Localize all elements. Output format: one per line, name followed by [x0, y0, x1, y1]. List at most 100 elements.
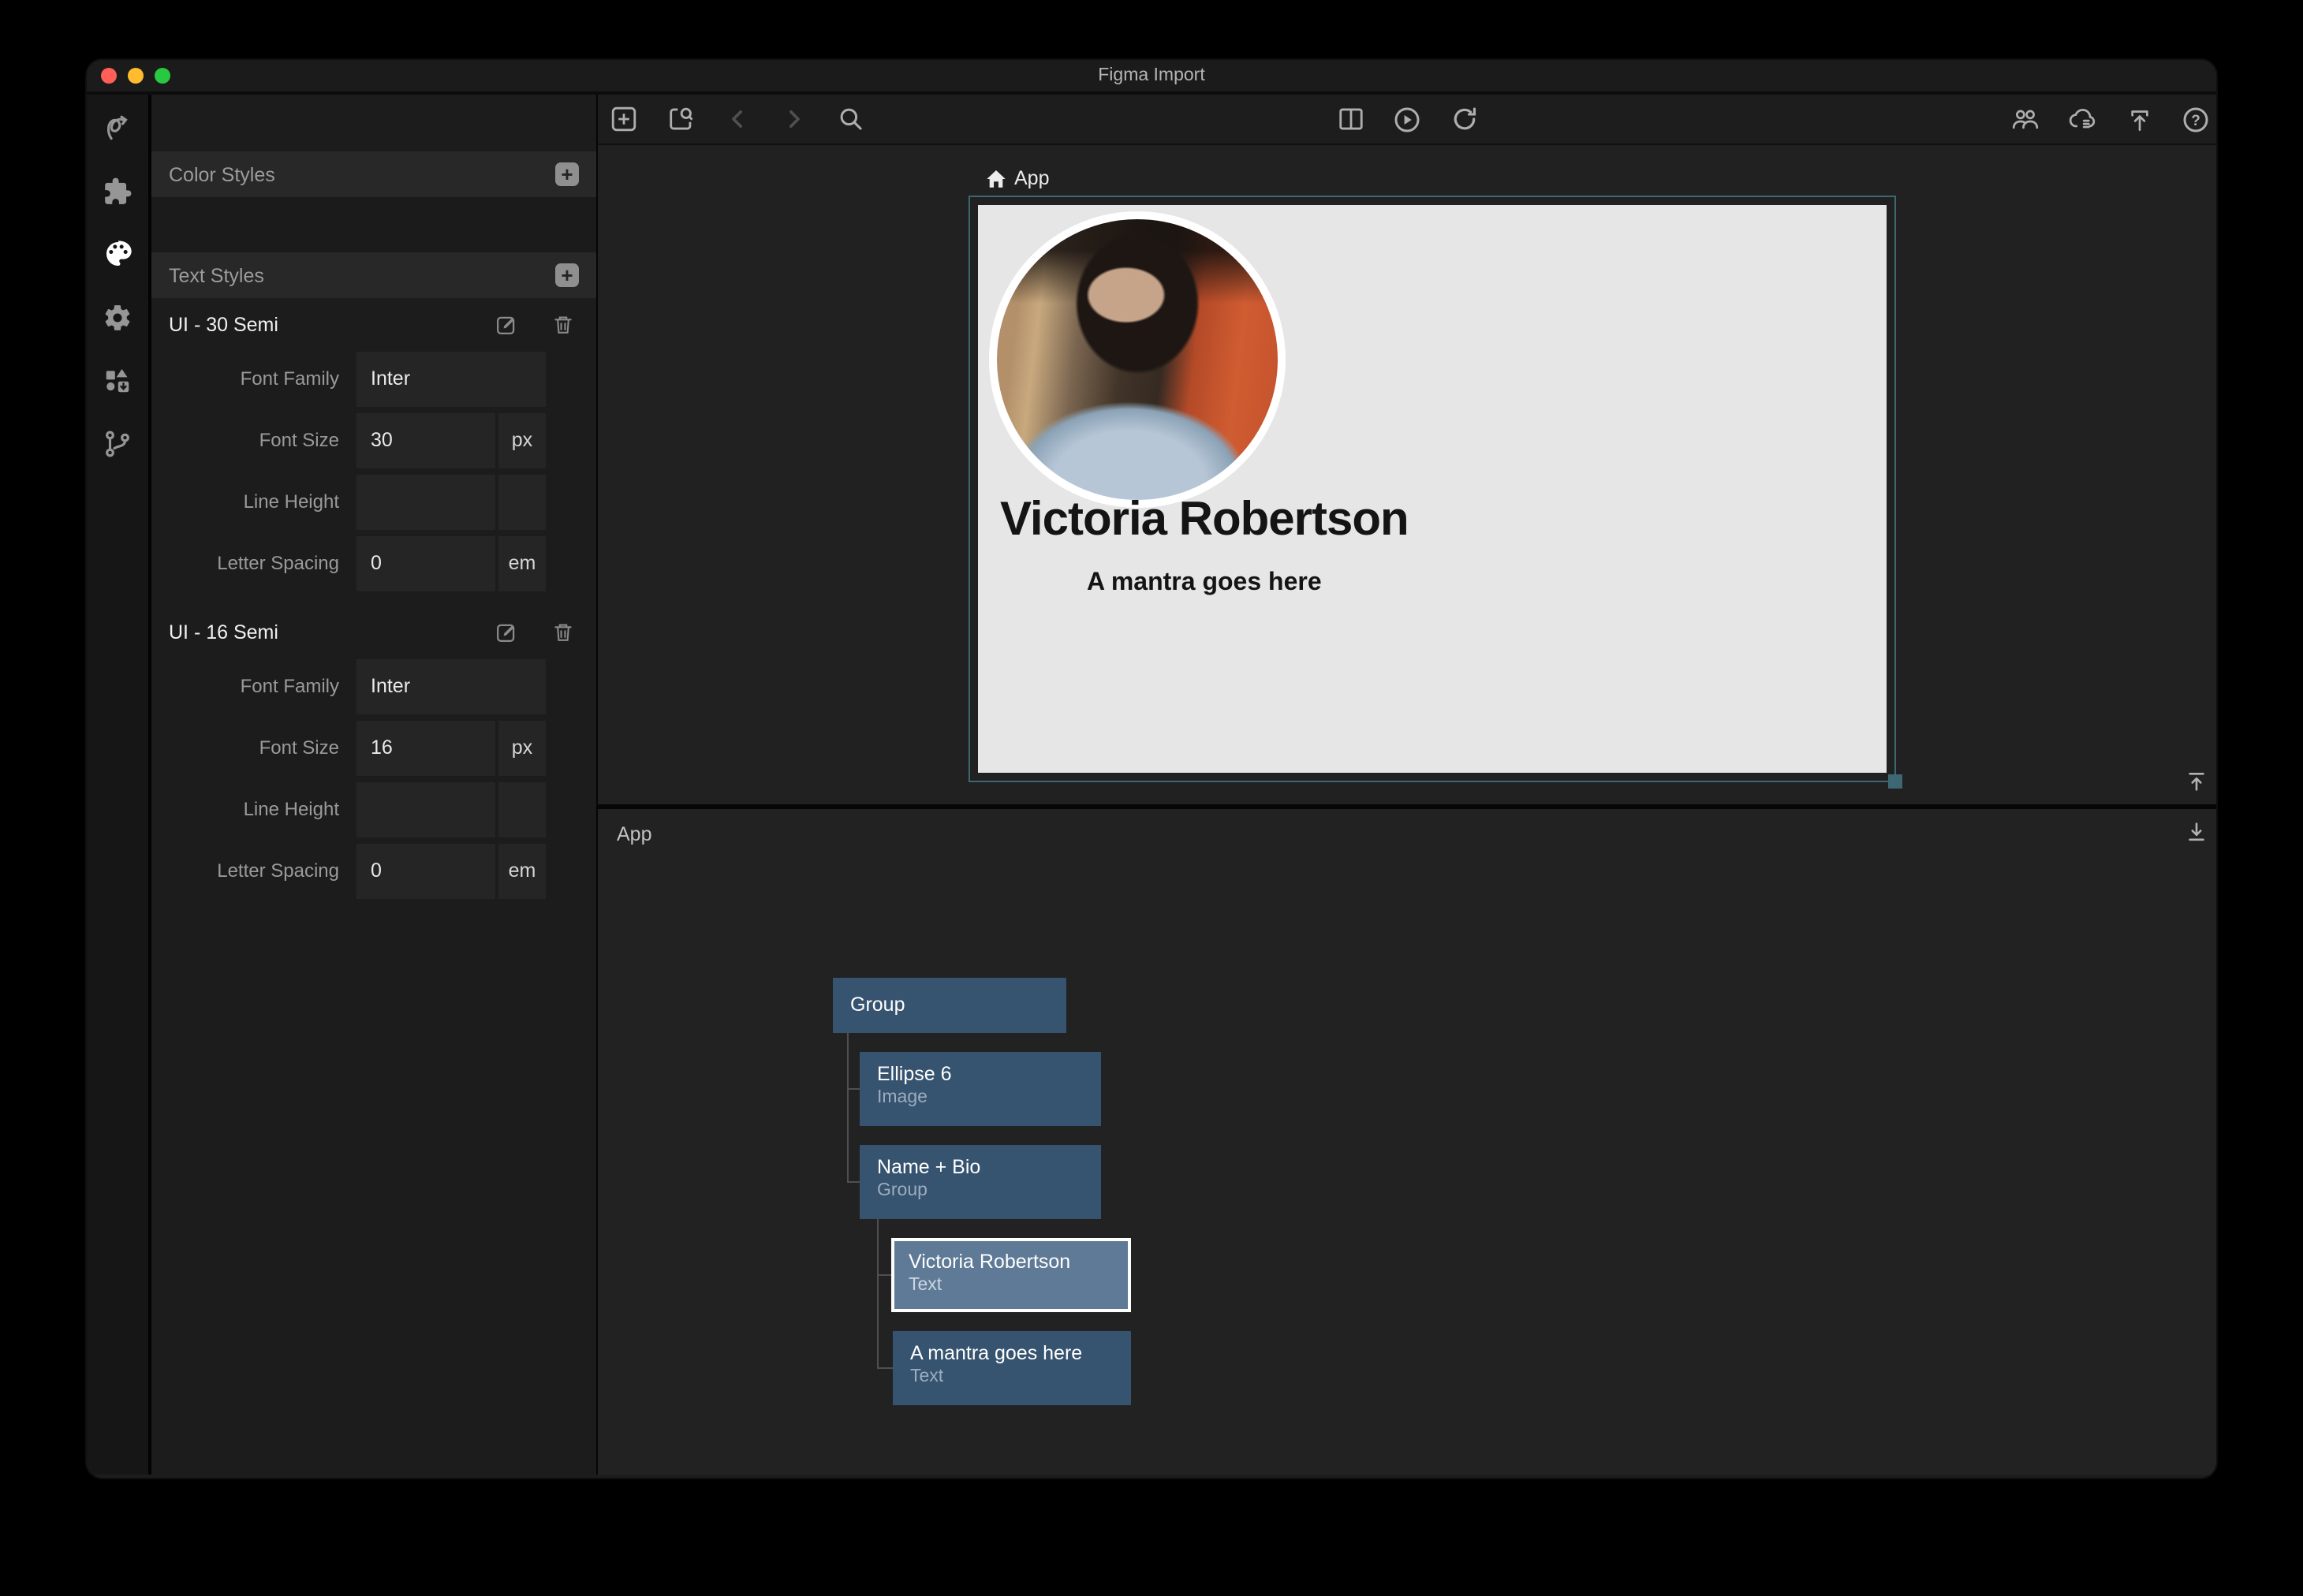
field-label: Letter Spacing — [151, 536, 356, 591]
line-height-row: Line Height — [151, 782, 596, 837]
tree-node-type: Text — [910, 1367, 1114, 1386]
font-family-input[interactable]: Inter — [356, 352, 546, 407]
window-title: Figma Import — [87, 66, 2216, 85]
plugins-puzzle-icon[interactable] — [87, 159, 149, 222]
artboard-title[interactable]: Victoria Robertson — [1000, 494, 1409, 548]
font-family-row: Font Family Inter — [151, 352, 596, 407]
field-label: Letter Spacing — [151, 844, 356, 899]
color-styles-title: Color Styles — [169, 163, 275, 185]
text-style-row: UI - 30 Semi — [151, 301, 596, 349]
text-style-name: UI - 16 Semi — [169, 621, 461, 643]
tree-connector — [847, 1033, 849, 1183]
toolbar: ? — [598, 95, 2216, 145]
desktop: Figma Import — [0, 0, 2303, 1596]
artboard-text: Victoria Robertson A mantra goes here — [1000, 494, 1409, 597]
svg-text:?: ? — [2191, 112, 2200, 129]
line-height-row: Line Height — [151, 475, 596, 530]
font-size-input[interactable]: 16 — [356, 721, 495, 776]
text-style-name: UI - 30 Semi — [169, 314, 461, 336]
vector-flow-icon[interactable] — [87, 96, 149, 159]
field-label: Font Family — [151, 352, 356, 407]
color-styles-section-header: Color Styles + — [151, 151, 596, 197]
version-branch-icon[interactable] — [87, 412, 149, 475]
titlebar: Figma Import — [87, 60, 2216, 95]
refresh-icon[interactable] — [1450, 105, 1478, 133]
edit-style-icon[interactable] — [495, 621, 517, 643]
tree-node-mantra[interactable]: A mantra goes here Text — [893, 1331, 1131, 1405]
nav-back-icon[interactable] — [722, 105, 751, 133]
edit-style-icon[interactable] — [495, 314, 517, 336]
font-family-input[interactable]: Inter — [356, 659, 546, 714]
play-icon[interactable] — [1393, 105, 1421, 133]
add-frame-icon[interactable] — [609, 105, 637, 133]
delete-style-icon[interactable] — [552, 314, 574, 336]
field-label: Font Size — [151, 721, 356, 776]
tree-node-type: Image — [877, 1088, 1084, 1107]
canvas-area[interactable]: App Victoria Robertson A mantra goes her… — [598, 145, 2216, 804]
tree-node-label: Name + Bio — [877, 1156, 1084, 1178]
tree-node-label: Group — [850, 978, 1049, 1033]
home-icon — [986, 168, 1006, 188]
breadcrumb[interactable]: App — [986, 167, 1050, 189]
letter-spacing-input[interactable]: 0 — [356, 844, 495, 899]
letter-spacing-unit[interactable]: em — [498, 844, 546, 899]
tree-node-type: Text — [909, 1276, 1114, 1295]
line-height-input[interactable] — [356, 782, 495, 837]
tree-connector — [877, 1219, 879, 1369]
layer-tree-panel: App Group — [598, 809, 2216, 1475]
collapse-panel-up-icon[interactable] — [2182, 766, 2210, 795]
tree-connector — [877, 1274, 891, 1276]
styles-palette-icon[interactable] — [87, 222, 149, 285]
text-styles-title: Text Styles — [169, 264, 264, 286]
add-text-style-button[interactable]: + — [555, 263, 579, 287]
app-window: Figma Import — [87, 60, 2216, 1478]
tree-node-label: A mantra goes here — [910, 1342, 1114, 1364]
line-height-input[interactable] — [356, 475, 495, 530]
font-family-row: Font Family Inter — [151, 659, 596, 714]
field-label: Line Height — [151, 475, 356, 530]
tree-connector — [847, 1088, 860, 1090]
add-color-style-button[interactable]: + — [555, 162, 579, 186]
letter-spacing-unit[interactable]: em — [498, 536, 546, 591]
tree-node-ellipse[interactable]: Ellipse 6 Image — [860, 1052, 1101, 1126]
font-size-input[interactable]: 30 — [356, 413, 495, 468]
field-label: Line Height — [151, 782, 356, 837]
field-label: Font Size — [151, 413, 356, 468]
search-icon[interactable] — [836, 105, 864, 133]
cloud-sync-icon[interactable] — [2068, 105, 2096, 133]
resize-handle[interactable] — [1888, 774, 1902, 789]
font-size-unit[interactable]: px — [498, 413, 546, 468]
styles-panel: Color Styles + Text Styles + UI - 30 Sem… — [151, 95, 598, 1475]
font-size-unit[interactable]: px — [498, 721, 546, 776]
upload-icon[interactable] — [2125, 105, 2153, 133]
font-size-row: Font Size 16 px — [151, 721, 596, 776]
artboard-subtitle[interactable]: A mantra goes here — [1000, 569, 1409, 597]
tree-node-type: Group — [877, 1181, 1084, 1200]
tree-connector — [877, 1367, 893, 1369]
breadcrumb-label: App — [1014, 167, 1050, 189]
artboard[interactable]: Victoria Robertson A mantra goes here — [978, 205, 1887, 773]
import-inspect-icon[interactable] — [666, 105, 694, 133]
split-view-icon[interactable] — [1336, 105, 1364, 133]
line-height-unit[interactable] — [498, 475, 546, 530]
settings-gear-icon[interactable] — [87, 285, 149, 349]
tree-node-name-bio[interactable]: Name + Bio Group — [860, 1145, 1101, 1219]
field-label: Font Family — [151, 659, 356, 714]
tree-node-group[interactable]: Group — [833, 978, 1066, 1033]
tree-panel-title: App — [617, 823, 652, 845]
tree-node-label: Victoria Robertson — [909, 1251, 1114, 1273]
nav-forward-icon[interactable] — [779, 105, 808, 133]
letter-spacing-row: Letter Spacing 0 em — [151, 536, 596, 591]
font-size-row: Font Size 30 px — [151, 413, 596, 468]
line-height-unit[interactable] — [498, 782, 546, 837]
letter-spacing-input[interactable]: 0 — [356, 536, 495, 591]
icon-rail — [87, 95, 151, 1475]
collaborators-icon[interactable] — [2011, 105, 2040, 133]
assets-export-icon[interactable] — [87, 349, 149, 412]
tree-node-victoria-selected[interactable]: Victoria Robertson Text — [891, 1238, 1131, 1312]
letter-spacing-row: Letter Spacing 0 em — [151, 844, 596, 899]
collapse-panel-down-icon[interactable] — [2182, 817, 2210, 845]
help-icon[interactable]: ? — [2182, 105, 2210, 133]
profile-photo[interactable] — [989, 211, 1286, 508]
delete-style-icon[interactable] — [552, 621, 574, 643]
